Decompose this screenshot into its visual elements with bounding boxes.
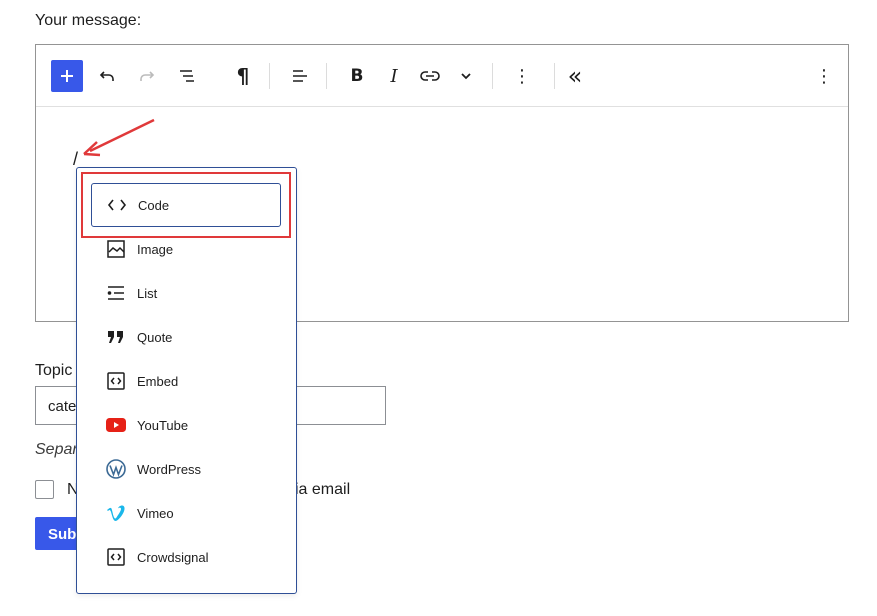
inserter-item-label: List (137, 285, 158, 301)
italic-button[interactable]: I (378, 60, 410, 92)
toolbar-separator (269, 63, 270, 89)
settings-menu-button[interactable]: ⋮ (808, 60, 840, 92)
inserter-item-label: Image (137, 241, 174, 257)
bold-button[interactable]: B (341, 60, 373, 92)
plus-icon (61, 70, 73, 82)
more-formats-button[interactable] (450, 60, 482, 92)
list-view-icon (180, 70, 194, 82)
block-options-button[interactable]: ⋮ (506, 60, 538, 92)
undo-icon (99, 71, 114, 81)
toolbar-separator (492, 63, 493, 89)
inserter-item-label: Vimeo (137, 505, 174, 521)
inserter-item-label: Crowdsignal (137, 549, 209, 565)
align-icon (293, 70, 307, 82)
list-icon (105, 282, 127, 304)
inserter-item-label: Quote (137, 329, 173, 345)
add-block-button[interactable] (51, 60, 83, 92)
redo-icon (140, 71, 155, 81)
wordpress-icon (105, 458, 127, 480)
editor-toolbar: ¶ B I ⋮ « ⋮ (36, 45, 848, 107)
topic-label: Topic (35, 362, 73, 379)
inserter-item-label: YouTube (137, 417, 189, 433)
embed-icon (105, 370, 127, 392)
inserter-item-list[interactable]: List (91, 271, 281, 315)
crowdsignal-icon (105, 546, 127, 568)
inserter-item-label: Embed (137, 373, 179, 389)
list-view-button[interactable] (171, 60, 203, 92)
youtube-icon (105, 414, 127, 436)
inserter-item-quote[interactable]: Quote (91, 315, 281, 359)
image-icon (105, 238, 127, 260)
undo-button[interactable] (91, 60, 123, 92)
inserter-item-vimeo[interactable]: Vimeo (91, 491, 281, 535)
inserter-item-crowdsignal[interactable]: Crowdsignal (91, 535, 281, 579)
paragraph-button[interactable]: ¶ (227, 60, 259, 92)
chevron-down-icon (461, 73, 471, 80)
align-button[interactable] (284, 60, 316, 92)
toolbar-separator (326, 63, 327, 89)
quote-icon (105, 326, 127, 348)
inserter-item-label: WordPress (137, 461, 202, 477)
collapse-toolbar-button[interactable]: « (559, 60, 591, 92)
annotation-arrow (83, 118, 155, 157)
inserter-item-embed[interactable]: Embed (91, 359, 281, 403)
annotation-highlight-box (81, 172, 291, 238)
notify-checkbox[interactable] (35, 480, 54, 499)
toolbar-separator (554, 63, 555, 89)
inserter-item-wordpress[interactable]: WordPress (91, 447, 281, 491)
link-button[interactable] (414, 60, 446, 92)
inserter-item-youtube[interactable]: YouTube (91, 403, 281, 447)
message-label: Your message: (35, 12, 142, 29)
redo-button[interactable] (131, 60, 163, 92)
separator-hint: Separ (35, 441, 78, 458)
link-icon (420, 71, 440, 81)
vimeo-icon (105, 502, 127, 524)
